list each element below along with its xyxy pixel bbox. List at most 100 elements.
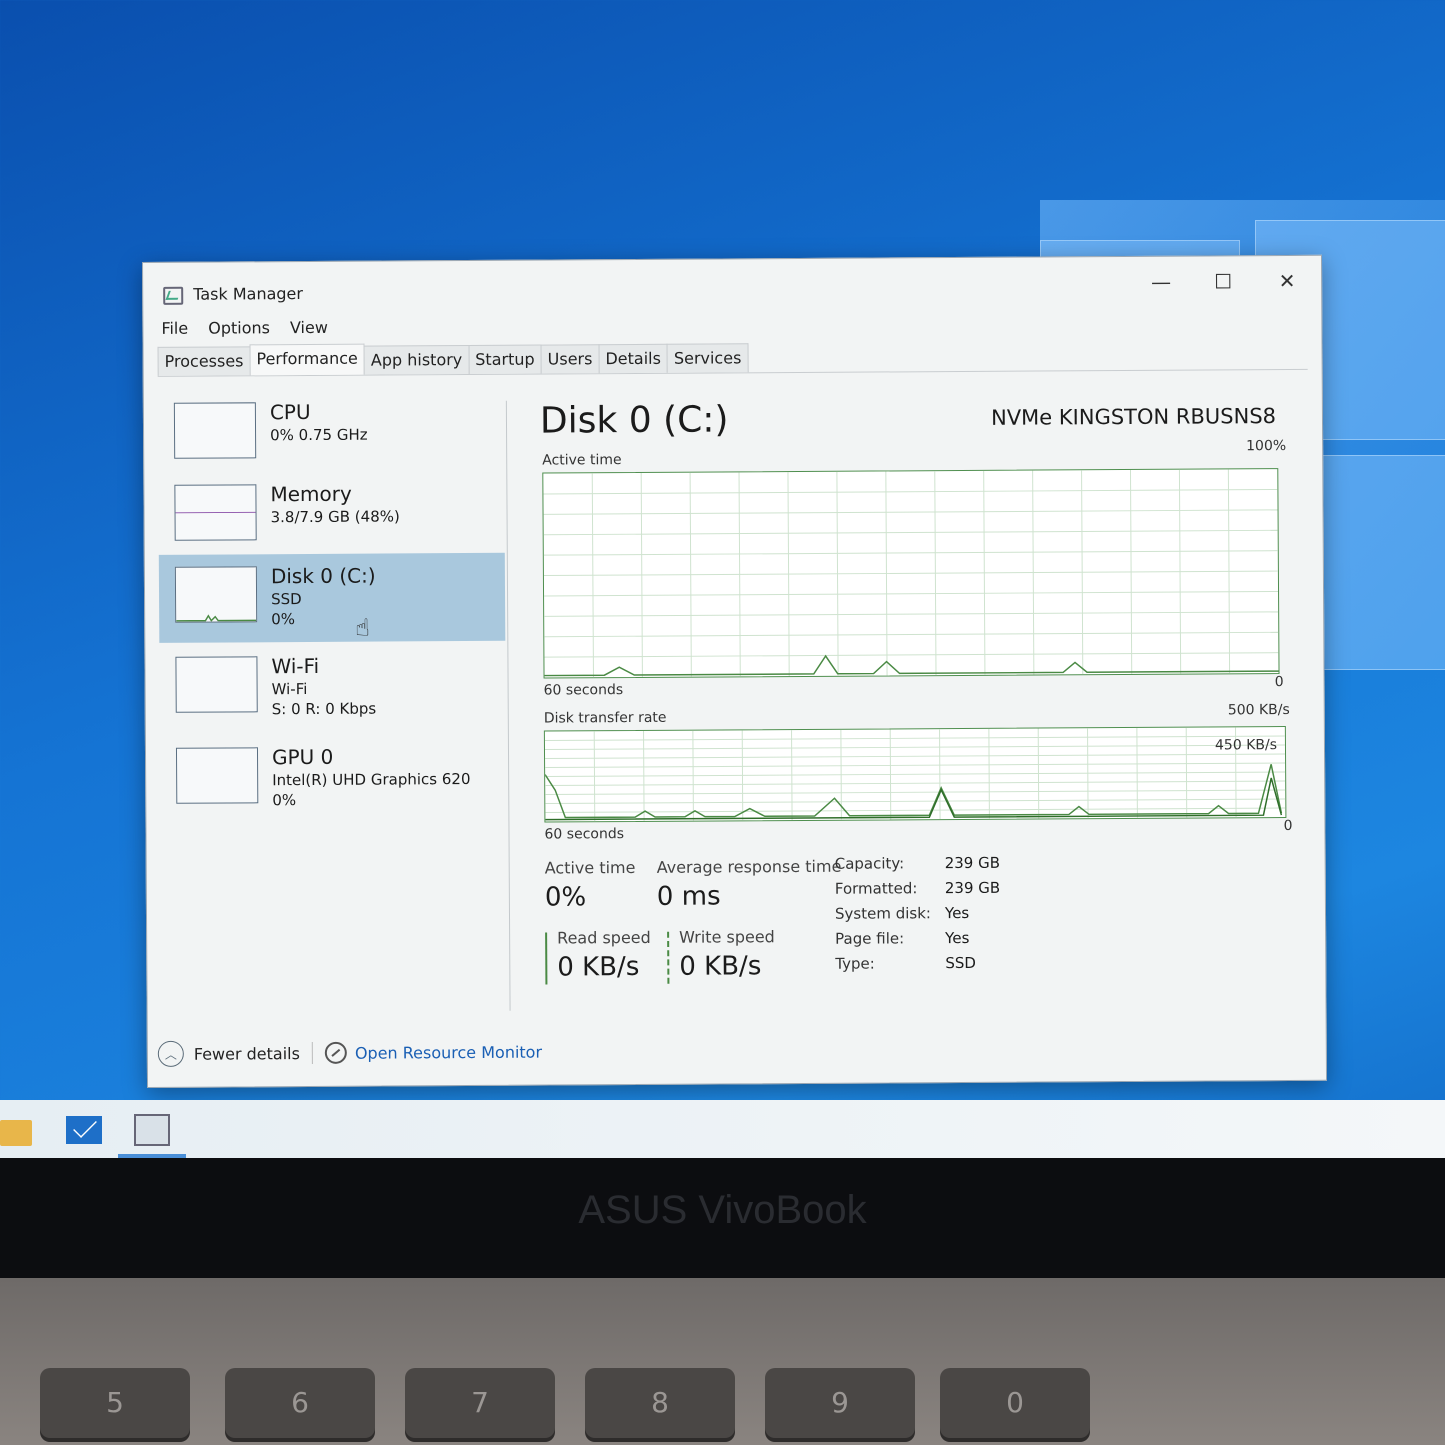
task-manager-icon <box>163 286 184 305</box>
sidebar-item-name: Wi-Fi <box>271 653 320 679</box>
keyboard-key: 5 <box>40 1368 190 1438</box>
tab-app-history[interactable]: App history <box>363 345 470 375</box>
sidebar-item-usage: 0% <box>272 791 297 810</box>
resource-sidebar: CPU 0% 0.75 GHz Memory 3.8/7.9 GB (48%) … <box>158 389 508 1011</box>
read-speed-label: Read speed <box>557 927 651 948</box>
sidebar-item-detail: SSD <box>271 590 302 609</box>
taskbar <box>0 1100 1445 1158</box>
mail-icon[interactable] <box>66 1116 102 1144</box>
grid-line <box>544 590 1279 597</box>
transfer-rate-inner-label: 450 KB/s <box>1214 737 1278 754</box>
grid-line <box>545 771 1286 778</box>
grid-line <box>544 744 1285 751</box>
keyboard-key: 0 <box>940 1368 1090 1438</box>
grid-line <box>545 798 1286 805</box>
keyboard-key: 6 <box>225 1368 375 1438</box>
grid-line <box>544 611 1279 617</box>
sidebar-item-detail: 0% 0.75 GHz <box>270 425 368 445</box>
transfer-rate-graph-max: 500 KB/s <box>1227 701 1290 719</box>
grid-line <box>543 488 1278 495</box>
property-capacity: Capacity: 239 GB <box>835 854 1035 877</box>
gpu-thumbnail-graph <box>175 747 259 804</box>
property-key: Capacity: <box>834 854 905 873</box>
laptop-brand: ASUS VivoBook <box>578 1188 867 1232</box>
maximize-button[interactable]: ☐ <box>1203 266 1243 296</box>
tab-services[interactable]: Services <box>666 343 749 373</box>
property-value: Yes <box>945 928 970 948</box>
property-type: Type: SSD <box>835 954 1035 977</box>
active-time-graph-min: 0 <box>1274 674 1284 691</box>
property-key: Formatted: <box>834 879 918 898</box>
tab-details[interactable]: Details <box>598 343 668 374</box>
grid-line <box>545 807 1286 814</box>
grid-line <box>544 652 1279 658</box>
tab-strip: Processes Performance App history Startu… <box>157 339 1308 377</box>
active-time-stat-value: 0% <box>544 882 587 913</box>
sidebar-item-name: CPU <box>269 399 311 425</box>
write-speed-marker <box>667 931 670 984</box>
footer-separator <box>311 1041 313 1064</box>
grid-line <box>543 529 1278 536</box>
menu-view[interactable]: View <box>290 318 328 337</box>
sidebar-item-detail: Intel(R) UHD Graphics 620 <box>272 770 471 790</box>
active-time-graph-max: 100% <box>1246 438 1287 455</box>
sidebar-item-name: Memory <box>270 481 352 507</box>
title-bar[interactable]: Task Manager — ☐ ✕ <box>143 256 1321 315</box>
transfer-rate-graph-min: 0 <box>1283 817 1293 835</box>
disk-title: Disk 0 (C:) <box>539 399 729 442</box>
sidebar-item-usage: 0% <box>271 610 296 629</box>
fewer-details-button[interactable]: Fewer details <box>194 1044 300 1064</box>
memory-thumbnail-graph <box>174 484 257 541</box>
property-value: 239 GB <box>944 878 1001 898</box>
tab-startup[interactable]: Startup <box>468 344 542 375</box>
file-explorer-icon[interactable] <box>0 1120 32 1146</box>
sidebar-item-cpu[interactable]: CPU 0% 0.75 GHz <box>158 389 505 479</box>
tab-users[interactable]: Users <box>540 344 600 374</box>
read-speed-marker <box>545 932 548 985</box>
keyboard-key: 9 <box>765 1368 915 1438</box>
property-value: SSD <box>945 953 976 973</box>
cpu-thumbnail-graph <box>173 402 257 459</box>
laptop-keyboard: 5 6 7 8 9 0 <box>0 1278 1445 1445</box>
grid-line <box>544 631 1279 638</box>
active-time-stat-label: Active time <box>544 857 636 878</box>
disk-model: NVMe KINGSTON RBUSNS8 <box>990 404 1277 430</box>
menu-file[interactable]: File <box>161 319 188 338</box>
transfer-rate-graph-label: Disk transfer rate <box>543 709 667 727</box>
minimize-button[interactable]: — <box>1141 267 1181 297</box>
task-manager-window: Task Manager — ☐ ✕ File Options View Pro… <box>142 254 1328 1088</box>
sidebar-item-usage: S: 0 R: 0 Kbps <box>271 699 377 719</box>
property-key: Type: <box>835 954 875 973</box>
active-time-graph-label: Active time <box>542 452 622 469</box>
task-manager-taskbar-icon[interactable] <box>134 1114 170 1146</box>
sidebar-item-memory[interactable]: Memory 3.8/7.9 GB (48%) <box>158 471 505 561</box>
transfer-rate-graph: 450 KB/s <box>543 726 1287 823</box>
menu-options[interactable]: Options <box>208 318 270 337</box>
tab-processes[interactable]: Processes <box>157 346 251 376</box>
wifi-thumbnail-graph <box>175 656 258 713</box>
resource-monitor-icon[interactable] <box>324 1041 347 1064</box>
keyboard-key: 7 <box>405 1368 555 1438</box>
menu-bar: File Options View <box>161 318 328 338</box>
sidebar-item-gpu[interactable]: GPU 0 Intel(R) UHD Graphics 620 0% <box>160 734 507 824</box>
grid-line <box>543 509 1278 515</box>
tab-performance[interactable]: Performance <box>249 343 365 376</box>
grid-line <box>544 735 1285 742</box>
transfer-rate-graph-duration: 60 seconds <box>544 826 625 843</box>
grid-line <box>545 780 1286 787</box>
sidebar-item-wifi[interactable]: Wi-Fi Wi-Fi S: 0 R: 0 Kbps <box>159 643 506 733</box>
sidebar-item-disk[interactable]: Disk 0 (C:) SSD 0% ☝ <box>158 552 506 643</box>
write-speed-value: 0 KB/s <box>679 951 762 982</box>
grid-line <box>543 570 1278 577</box>
grid-line <box>543 550 1278 556</box>
close-button[interactable]: ✕ <box>1267 266 1307 296</box>
property-value: Yes <box>944 903 970 923</box>
avg-response-stat-value: 0 ms <box>656 881 721 912</box>
open-resource-monitor-link[interactable]: Open Resource Monitor <box>355 1042 542 1062</box>
sidebar-item-name: GPU 0 <box>271 744 334 770</box>
window-title: Task Manager <box>193 284 304 304</box>
disk-thumbnail-graph <box>174 566 258 623</box>
sidebar-item-name: Disk 0 (C:) <box>270 563 376 589</box>
chevron-up-icon[interactable]: ︿ <box>157 1040 184 1067</box>
property-key: Page file: <box>835 929 905 948</box>
